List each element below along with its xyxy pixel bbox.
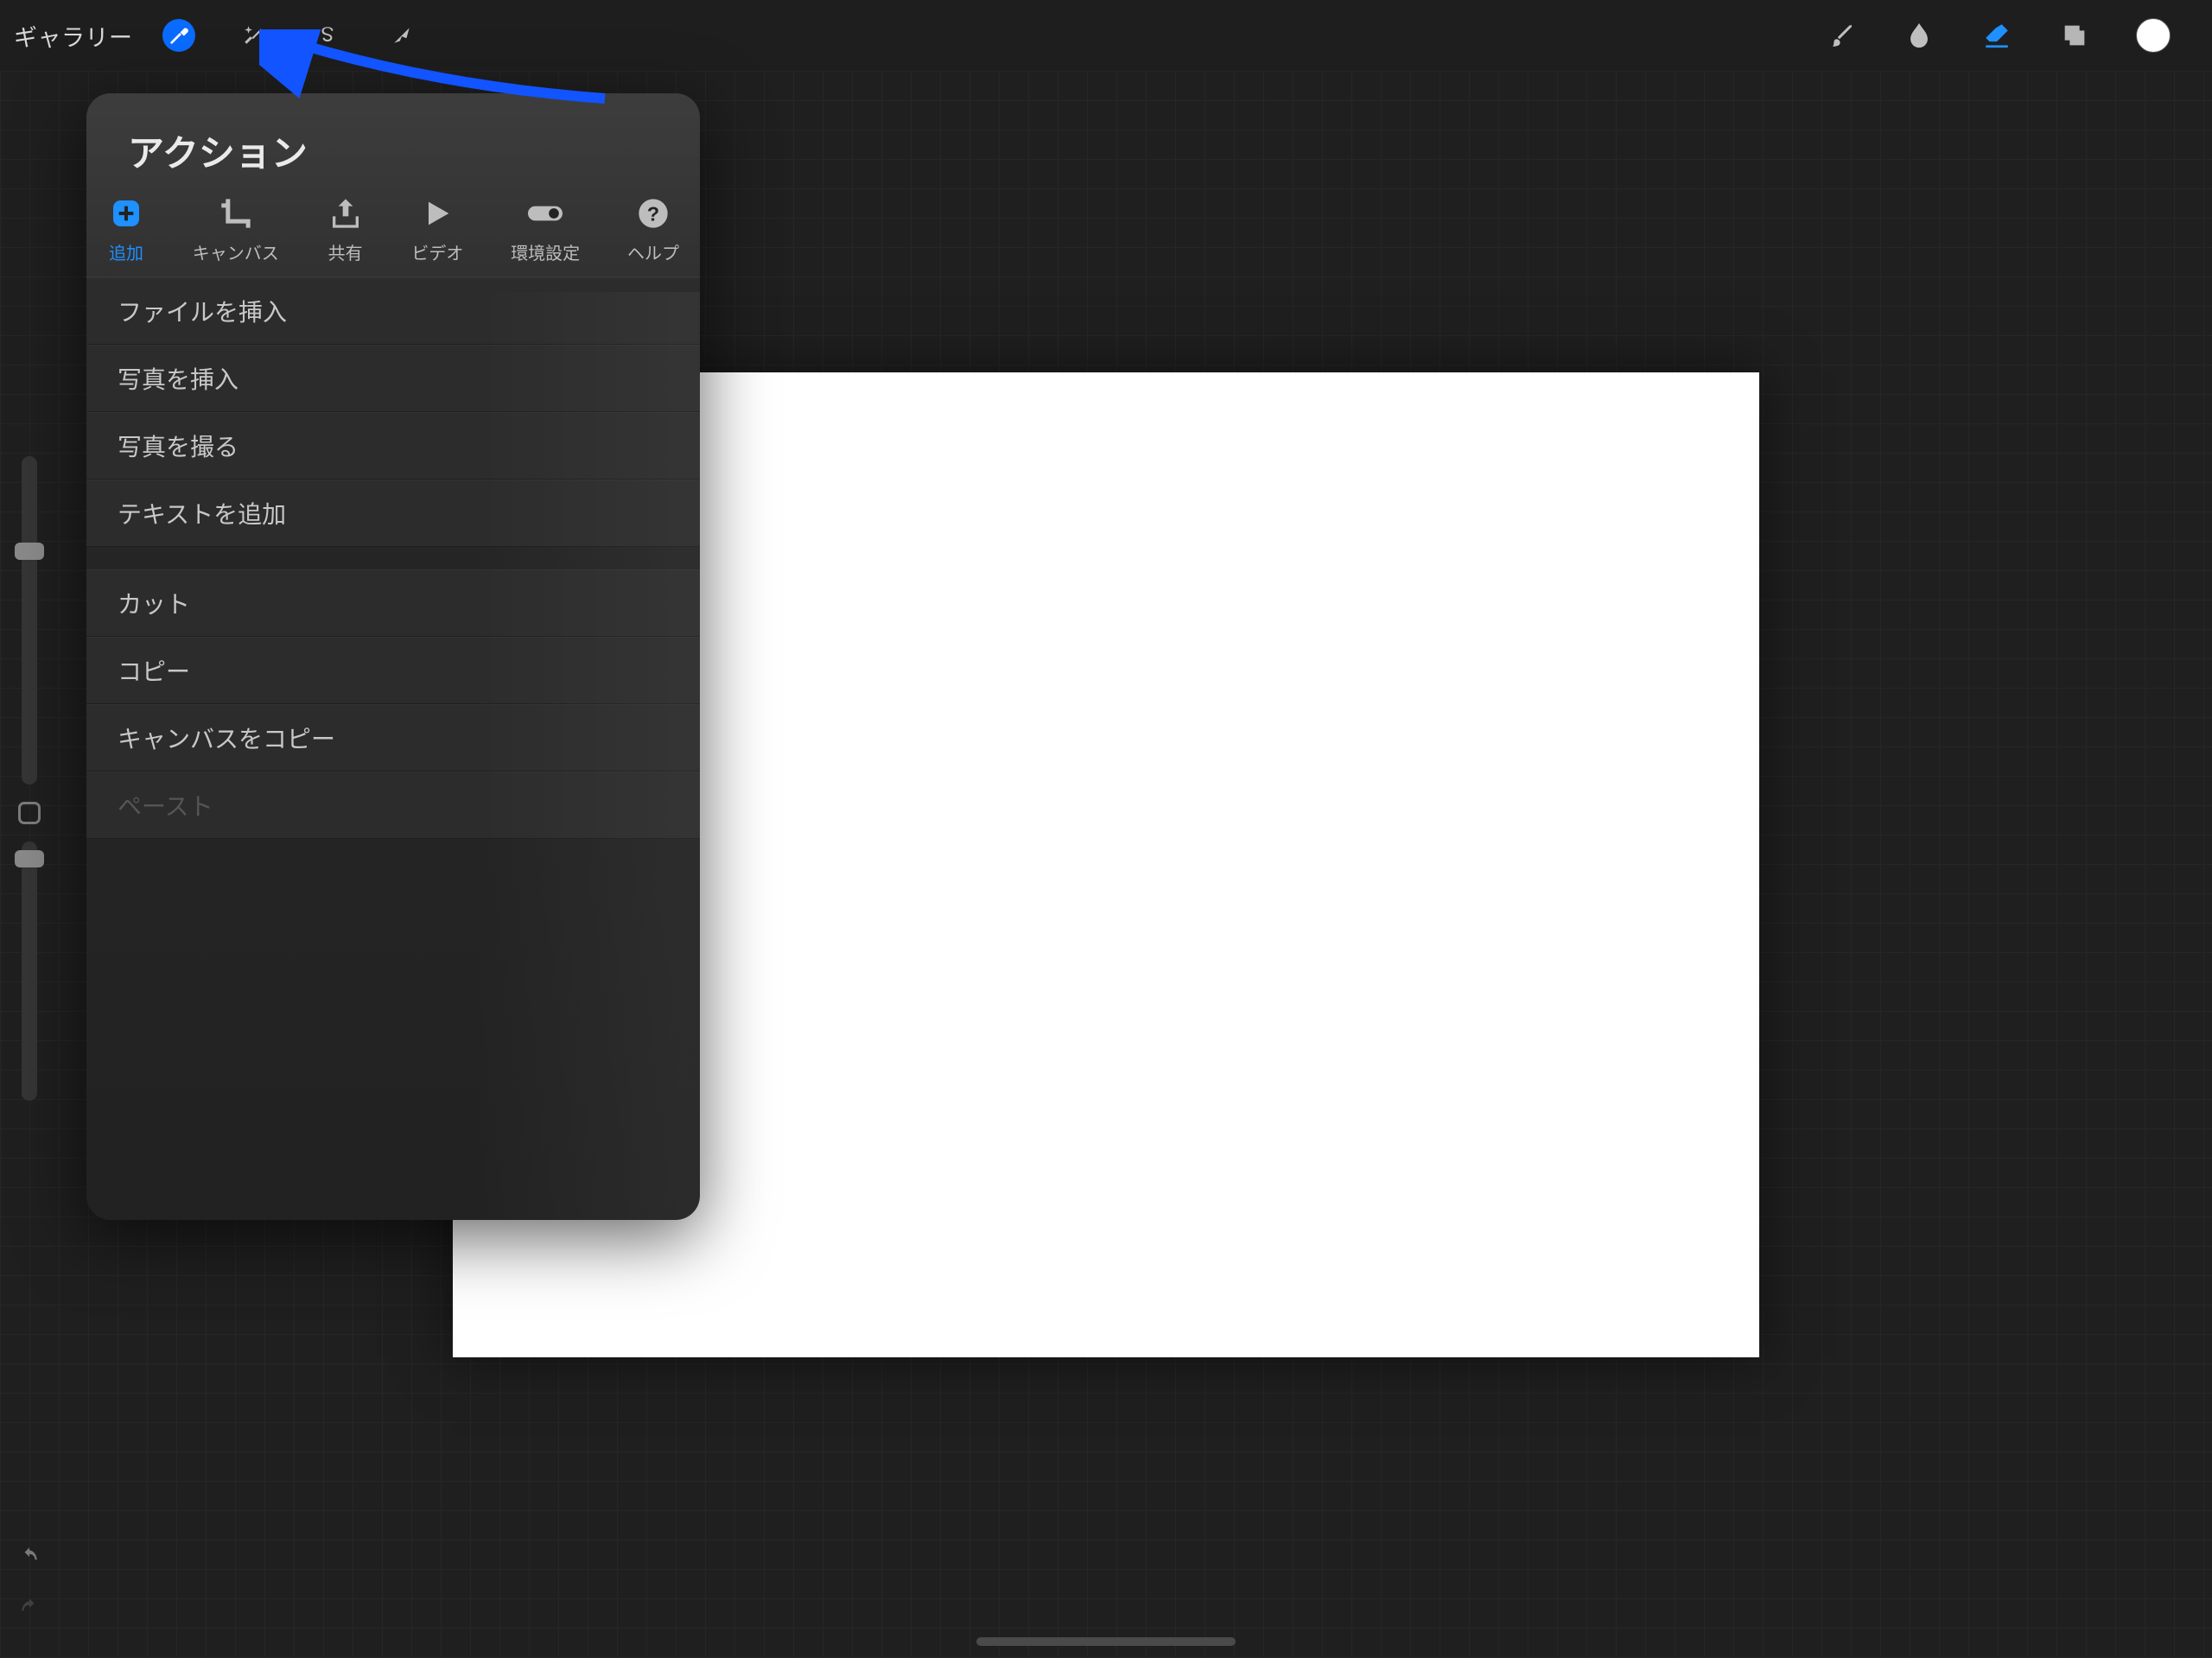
redo-button[interactable] <box>18 1597 41 1623</box>
wand-icon <box>242 24 264 47</box>
brush-button[interactable] <box>1825 19 1858 52</box>
brush-icon <box>1827 21 1856 50</box>
undo-button[interactable] <box>18 1546 41 1572</box>
home-indicator <box>976 1637 1236 1646</box>
tab-prefs[interactable]: 環境設定 <box>511 194 580 264</box>
undo-redo-group <box>18 1546 41 1623</box>
popover-tabs: 追加 キャンバス 共有 ビデオ 環境設定 <box>86 194 700 277</box>
row-copy[interactable]: コピー <box>86 637 700 704</box>
toggle-icon <box>526 194 564 232</box>
wrench-icon <box>168 24 190 47</box>
top-toolbar: ギャラリー <box>0 0 2212 71</box>
transform-button[interactable] <box>385 19 418 52</box>
smudge-icon <box>1904 21 1934 50</box>
plus-badge-icon <box>107 194 145 232</box>
redo-icon <box>18 1597 41 1619</box>
row-insert-photo[interactable]: 写真を挿入 <box>86 345 700 412</box>
gallery-button[interactable]: ギャラリー <box>14 19 133 53</box>
smudge-button[interactable] <box>1903 19 1936 52</box>
layers-icon <box>2060 21 2089 50</box>
brush-opacity-thumb[interactable] <box>15 850 44 867</box>
row-take-photo[interactable]: 写真を撮る <box>86 412 700 480</box>
selection-button[interactable] <box>311 19 344 52</box>
tab-label: ヘルプ <box>627 239 679 264</box>
canvas-crop-icon <box>217 194 255 232</box>
tab-help[interactable]: ? ヘルプ <box>627 194 679 264</box>
left-sidebar <box>5 71 54 1658</box>
tab-label: ビデオ <box>411 239 463 264</box>
brush-opacity-slider[interactable] <box>22 842 37 1101</box>
tab-label: 共有 <box>328 239 363 264</box>
selection-s-icon <box>316 24 339 47</box>
tab-canvas[interactable]: キャンバス <box>193 194 279 264</box>
row-add-text[interactable]: テキストを追加 <box>86 480 700 547</box>
share-icon <box>327 194 365 232</box>
brush-size-slider[interactable] <box>22 456 37 785</box>
brush-size-thumb[interactable] <box>15 543 44 560</box>
actions-wrench-button[interactable] <box>162 19 195 52</box>
layers-button[interactable] <box>2058 19 2091 52</box>
color-swatch-button[interactable] <box>2136 18 2171 53</box>
help-icon: ? <box>634 194 672 232</box>
svg-text:?: ? <box>647 202 659 225</box>
row-insert-file[interactable]: ファイルを挿入 <box>86 277 700 345</box>
row-paste: ペースト <box>86 772 700 839</box>
tab-add[interactable]: 追加 <box>107 194 145 264</box>
popover-title: アクション <box>86 93 700 194</box>
tab-label: 環境設定 <box>511 239 580 264</box>
eyedropper-button[interactable] <box>18 802 41 824</box>
popover-list: ファイルを挿入 写真を挿入 写真を撮る テキストを追加 カット コピー キャンバ… <box>86 277 700 839</box>
tab-video[interactable]: ビデオ <box>411 194 463 264</box>
top-toolbar-left: ギャラリー <box>0 19 430 53</box>
tab-share[interactable]: 共有 <box>327 194 365 264</box>
play-icon <box>418 194 456 232</box>
row-gap <box>86 547 700 569</box>
row-copy-canvas[interactable]: キャンバスをコピー <box>86 704 700 772</box>
row-cut[interactable]: カット <box>86 569 700 637</box>
undo-icon <box>18 1546 41 1568</box>
eraser-button[interactable] <box>1980 19 2013 52</box>
eraser-icon <box>1982 21 2012 50</box>
tab-label: キャンバス <box>193 239 279 264</box>
transform-cursor-icon <box>391 24 413 47</box>
top-toolbar-right <box>1825 18 2212 53</box>
adjustments-button[interactable] <box>237 19 270 52</box>
tab-label: 追加 <box>109 239 143 264</box>
actions-popover: アクション 追加 キャンバス 共有 ビデオ <box>86 93 700 1220</box>
